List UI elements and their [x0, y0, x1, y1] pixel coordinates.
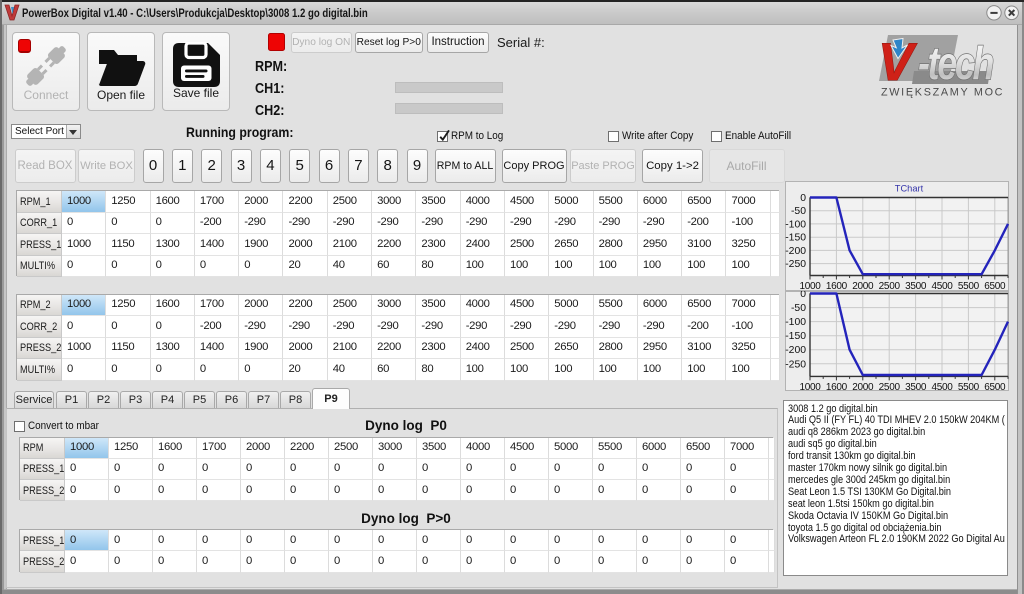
- svg-text:0: 0: [800, 291, 806, 300]
- svg-text:-250: -250: [785, 359, 806, 370]
- svg-text:3500: 3500: [905, 281, 927, 291]
- svg-text:-150: -150: [785, 331, 806, 342]
- svg-text:-50: -50: [791, 206, 806, 217]
- svg-text:2000: 2000: [852, 281, 874, 291]
- svg-text:-150: -150: [785, 233, 806, 244]
- svg-text:6500: 6500: [984, 281, 1006, 291]
- svg-text:-tech: -tech: [918, 38, 993, 89]
- svg-text:4500: 4500: [931, 382, 953, 391]
- svg-text:4500: 4500: [931, 281, 953, 291]
- svg-text:5500: 5500: [958, 281, 980, 291]
- svg-text:2500: 2500: [879, 382, 901, 391]
- svg-text:1600: 1600: [826, 382, 848, 391]
- svg-text:2500: 2500: [879, 281, 901, 291]
- svg-text:-100: -100: [785, 317, 806, 328]
- svg-text:-100: -100: [785, 219, 806, 230]
- svg-text:-50: -50: [791, 303, 806, 314]
- svg-text:2000: 2000: [852, 382, 874, 391]
- svg-text:0: 0: [800, 193, 806, 204]
- svg-text:-200: -200: [785, 246, 806, 257]
- svg-text:1600: 1600: [826, 281, 848, 291]
- svg-text:1000: 1000: [799, 382, 821, 391]
- svg-text:ZWIĘKSZAMY MOC: ZWIĘKSZAMY MOC: [881, 87, 1004, 99]
- svg-text:-200: -200: [785, 345, 806, 356]
- svg-text:5500: 5500: [958, 382, 980, 391]
- svg-text:TChart: TChart: [895, 184, 924, 194]
- svg-text:6500: 6500: [984, 382, 1006, 391]
- svg-text:3500: 3500: [905, 382, 927, 391]
- svg-text:-250: -250: [785, 259, 806, 270]
- svg-text:1000: 1000: [799, 281, 821, 291]
